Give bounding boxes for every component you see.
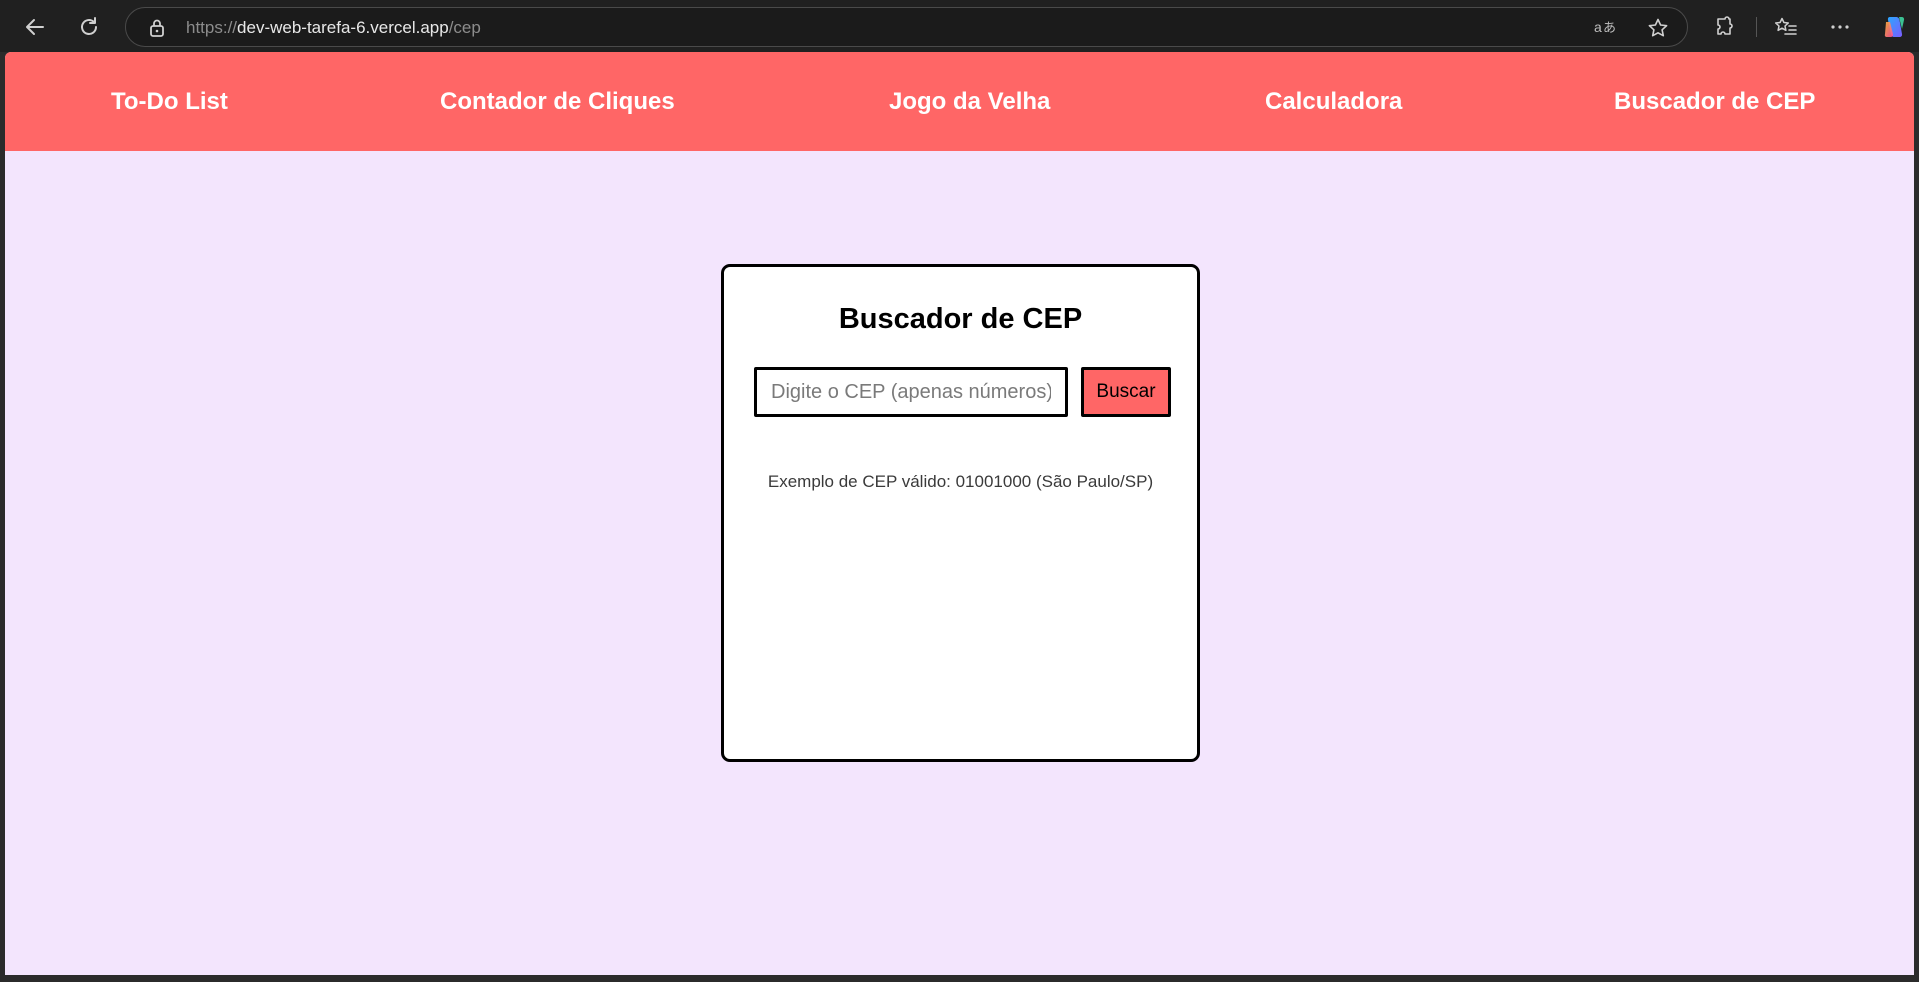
url-text: https://dev-web-tarefa-6.vercel.app/cep: [186, 18, 481, 38]
url-scheme: https://: [186, 18, 238, 37]
url-path: /cep: [448, 18, 481, 37]
copilot-icon: [1881, 14, 1907, 40]
navbar: To-Do List Contador de Cliques Jogo da V…: [5, 52, 1914, 151]
cep-input[interactable]: [754, 367, 1068, 417]
card-title: Buscador de CEP: [838, 303, 1083, 335]
nav-link-contador-de-cliques[interactable]: Contador de Cliques: [440, 88, 675, 116]
read-aloud-icon[interactable]: aあ: [1593, 17, 1617, 42]
browser-toolbar: https://dev-web-tarefa-6.vercel.app/cep …: [0, 0, 1919, 52]
favorites-button[interactable]: [1771, 12, 1801, 42]
page-viewport: To-Do List Contador de Cliques Jogo da V…: [5, 52, 1914, 975]
url-host: dev-web-tarefa-6.vercel.app: [237, 18, 449, 37]
reload-button[interactable]: [74, 12, 104, 42]
nav-link-calculadora[interactable]: Calculadora: [1265, 88, 1402, 116]
svg-text:あ: あ: [1603, 21, 1616, 36]
puzzle-icon: [1714, 16, 1736, 38]
arrow-left-icon: [24, 16, 46, 38]
svg-text:a: a: [1594, 19, 1602, 35]
lock-icon[interactable]: [148, 18, 166, 43]
nav-link-buscador-de-cep[interactable]: Buscador de CEP: [1614, 88, 1815, 116]
favorites-list-icon: [1774, 16, 1798, 38]
nav-link-todo-list[interactable]: To-Do List: [111, 88, 228, 116]
menu-button[interactable]: [1825, 12, 1855, 42]
star-icon[interactable]: [1647, 17, 1669, 44]
address-bar[interactable]: https://dev-web-tarefa-6.vercel.app/cep …: [125, 7, 1688, 47]
extensions-button[interactable]: [1710, 12, 1740, 42]
back-button[interactable]: [20, 12, 50, 42]
refresh-icon: [78, 16, 100, 38]
example-cep-text: Exemplo de CEP válido: 01001000 (São Pau…: [767, 472, 1154, 491]
copilot-button[interactable]: [1879, 12, 1909, 42]
more-icon: [1829, 16, 1851, 38]
search-button[interactable]: Buscar: [1081, 367, 1171, 417]
cep-search-card: Buscador de CEP Buscar Exemplo de CEP vá…: [721, 264, 1200, 762]
toolbar-divider: [1756, 17, 1757, 37]
nav-link-jogo-da-velha[interactable]: Jogo da Velha: [889, 88, 1050, 116]
